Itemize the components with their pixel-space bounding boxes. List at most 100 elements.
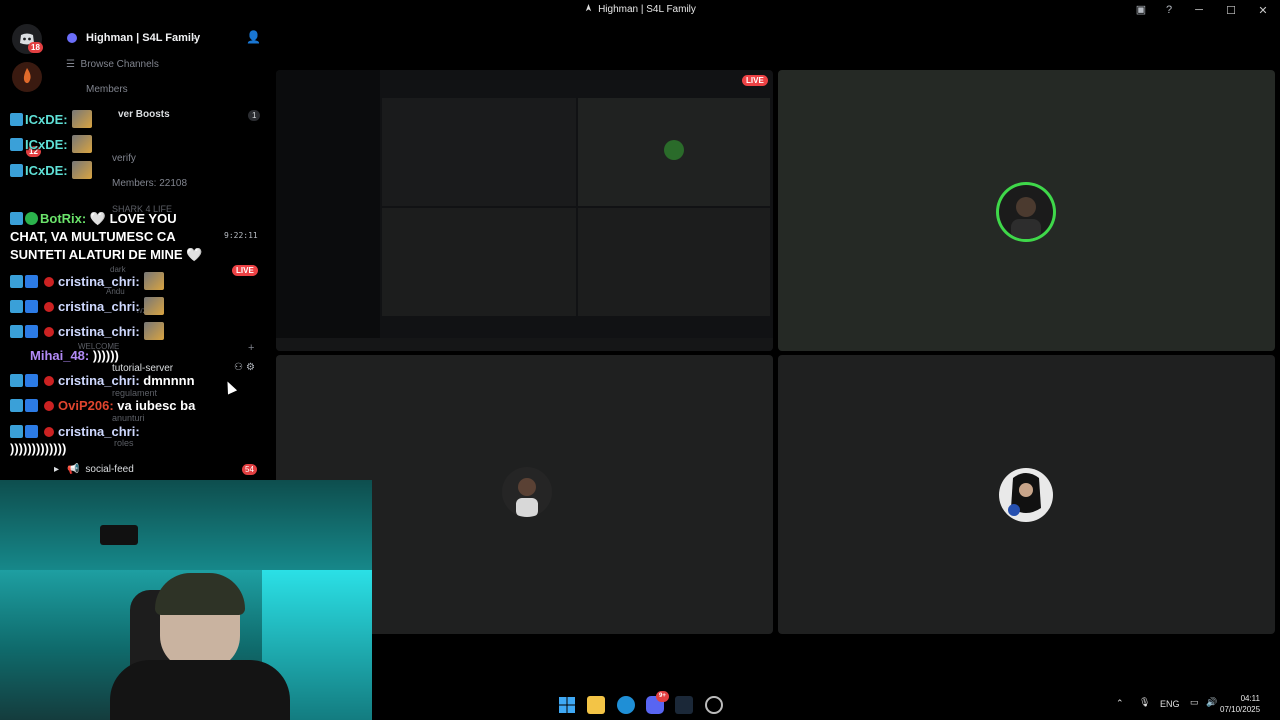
chat-message: Mihai_48: ))))))	[30, 348, 119, 363]
browse-channels-label: Browse Channels	[80, 59, 159, 70]
browse-channels-item[interactable]: ☰ Browse Channels	[66, 59, 159, 70]
clock-date: 07/10/2025	[1220, 705, 1261, 714]
chat-message: cristina_chri:	[10, 297, 164, 315]
chat-badge-icon	[10, 113, 23, 126]
microphone-icon[interactable]: 🎙	[1139, 697, 1150, 708]
wrench-badge-icon	[10, 399, 23, 412]
windows-start-button[interactable]	[558, 696, 576, 714]
chat-emote-icon	[71, 161, 92, 179]
avatar-image-icon	[516, 478, 538, 517]
chat-username: cristina_chri:	[58, 324, 140, 339]
chat-message: cristina_chri:	[10, 424, 140, 439]
chat-username: cristina_chri:	[58, 299, 140, 314]
chat-emote-icon	[143, 322, 164, 340]
edge-browser-button[interactable]	[617, 696, 635, 714]
chat-username: ICxDE:	[25, 112, 68, 127]
mod-badge-icon	[44, 327, 54, 337]
chat-text: 🤍 LOVE YOU	[89, 211, 177, 226]
minimize-button[interactable]: ─	[1190, 4, 1208, 16]
system-clock[interactable]: 04:11 07/10/2025	[1220, 693, 1260, 715]
volume-icon[interactable]: 🔊	[1206, 697, 1217, 708]
stream-live-badge: LIVE	[742, 75, 768, 86]
clock-time: 04:11	[1240, 694, 1260, 703]
home-badge: 18	[28, 42, 43, 53]
chat-message: OviP206: va iubesc ba	[10, 398, 195, 413]
inbox-icon[interactable]: ▣	[1134, 3, 1148, 17]
mod-badge-icon	[44, 376, 54, 386]
preview-avatar	[664, 140, 684, 160]
avatar-image-icon	[1008, 473, 1041, 516]
chat-username: Mihai_48:	[30, 348, 90, 363]
chat-text: ))))))	[92, 348, 119, 363]
guild-header[interactable]: Highman | S4L Family ⌄ 👤	[52, 22, 270, 54]
chat-emote-icon	[71, 110, 92, 128]
mod-badge-icon	[44, 302, 54, 312]
chat-badge-icon	[10, 164, 23, 177]
chat-emote-icon	[143, 272, 164, 290]
language-indicator[interactable]: ENG	[1160, 699, 1180, 709]
screen-share-tile[interactable]: LIVE	[276, 70, 773, 351]
screen-share-preview	[276, 70, 773, 351]
live-badge: LIVE	[232, 265, 258, 276]
windows-taskbar: 9+ ⌃ 🎙 ENG ▭ 🔊 04:11 07/10/2025	[372, 688, 1280, 720]
guild-boost-icon	[67, 33, 77, 43]
chat-text: SUNTETI ALATURI DE MINE 🤍	[10, 247, 203, 262]
preview-tile	[382, 208, 576, 316]
og-badge-icon	[25, 325, 38, 338]
add-member-icon[interactable]: 👤	[246, 30, 261, 44]
chat-message: cristina_chri: dmnnnn	[10, 373, 195, 388]
chat-username: OviP206:	[58, 398, 114, 413]
verified-badge-icon	[25, 212, 38, 225]
wall-shelf	[100, 525, 138, 545]
mod-badge-icon	[44, 401, 54, 411]
server-icon-s4l[interactable]	[12, 62, 42, 92]
participant-avatar	[999, 185, 1053, 239]
chat-message: BotRix: 🤍 LOVE YOU	[10, 211, 177, 227]
chat-username: cristina_chri:	[58, 274, 140, 289]
chat-message: cristina_chri:	[10, 322, 164, 340]
show-hidden-icons[interactable]: ⌃	[1116, 698, 1124, 709]
chat-username: cristina_chri:	[58, 424, 140, 439]
chat-username: cristina_chri:	[58, 373, 140, 388]
steam-button[interactable]	[675, 696, 693, 714]
guild-name: Highman | S4L Family	[86, 32, 201, 44]
chat-text: va iubesc ba	[117, 398, 196, 413]
og-badge-icon	[25, 425, 38, 438]
chat-text: dmnnnn	[143, 373, 195, 388]
chat-username: ICxDE:	[25, 137, 68, 152]
fire-icon	[23, 68, 31, 84]
streamer-body	[110, 660, 290, 720]
close-button[interactable]: ✕	[1254, 4, 1272, 17]
wrench-badge-icon	[10, 275, 23, 288]
og-badge-icon	[25, 300, 38, 313]
window-title-text: Highman | S4L Family	[598, 4, 696, 15]
stream-chat-overlay: ICxDE: ICxDE: ICxDE: BotRix: 🤍 LOVE YOU …	[0, 90, 270, 480]
mod-badge-icon	[44, 277, 54, 287]
discord-taskbar-button[interactable]: 9+	[646, 691, 669, 714]
participant-tile[interactable]	[778, 355, 1275, 634]
chat-text: CHAT, VA MULTUMESC CA	[10, 229, 176, 244]
maximize-button[interactable]: ☐	[1222, 4, 1240, 17]
chat-badge-icon	[10, 138, 23, 151]
wrench-badge-icon	[10, 425, 23, 438]
window-title: Highman | S4L Family	[0, 4, 1280, 15]
wrench-badge-icon	[10, 374, 23, 387]
help-icon[interactable]: ?	[1162, 3, 1176, 17]
shark-logo-icon	[585, 4, 592, 12]
chat-emote-icon	[71, 135, 92, 153]
og-badge-icon	[25, 374, 38, 387]
participant-avatar	[502, 467, 552, 517]
home-button[interactable]: 18	[12, 24, 43, 54]
og-badge-icon	[25, 399, 38, 412]
participant-tile[interactable]	[778, 70, 1275, 351]
chevron-down-icon: ⌄	[190, 31, 199, 42]
mod-badge-icon	[44, 427, 54, 437]
participant-avatar	[999, 468, 1053, 522]
network-icon[interactable]: ▭	[1190, 697, 1199, 708]
app-button[interactable]	[705, 696, 723, 714]
list-icon: ☰	[66, 59, 75, 70]
title-bar: Highman | S4L Family ▣ ? ─ ☐ ✕	[0, 0, 1280, 22]
chat-username: BotRix:	[40, 211, 87, 226]
file-explorer-button[interactable]	[587, 696, 605, 714]
windows-logo-icon	[559, 697, 575, 713]
